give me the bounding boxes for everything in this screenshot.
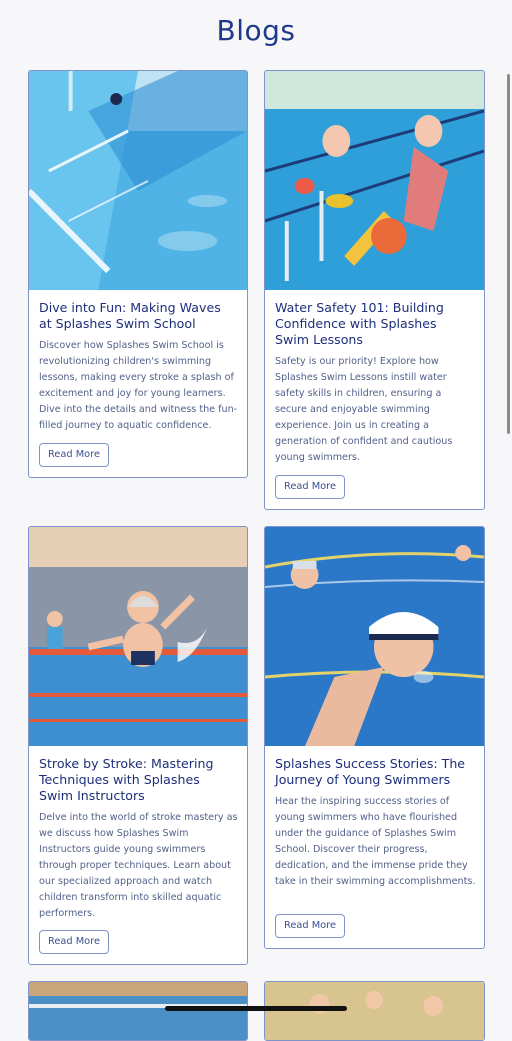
read-more-button[interactable]: Read More bbox=[275, 914, 345, 938]
blog-card-3[interactable]: Stroke by Stroke: Mastering Techniques w… bbox=[28, 526, 248, 965]
blog-card-1[interactable]: Dive into Fun: Making Waves at Splashes … bbox=[28, 70, 248, 478]
blog-title[interactable]: Stroke by Stroke: Mastering Techniques w… bbox=[39, 756, 237, 804]
blog-description: Discover how Splashes Swim School is rev… bbox=[39, 340, 238, 431]
blog-image-pool-lanes bbox=[29, 71, 247, 290]
blog-card-2[interactable]: Water Safety 101: Building Confidence wi… bbox=[264, 70, 485, 510]
home-indicator[interactable] bbox=[165, 1006, 347, 1011]
read-more-button[interactable]: Read More bbox=[39, 443, 109, 467]
blog-card-5[interactable] bbox=[28, 981, 248, 1041]
blog-card-6[interactable] bbox=[264, 981, 485, 1041]
blog-image-boy-diving bbox=[29, 527, 247, 746]
blog-image-peek-right bbox=[265, 982, 484, 1040]
blog-description: Safety is our priority! Explore how Spla… bbox=[275, 356, 453, 463]
blog-image-peek-left bbox=[29, 982, 247, 1040]
blog-title[interactable]: Water Safety 101: Building Confidence wi… bbox=[275, 300, 474, 348]
read-more-button[interactable]: Read More bbox=[275, 475, 345, 499]
blog-image-swimmer-cap bbox=[265, 527, 484, 746]
read-more-button[interactable]: Read More bbox=[39, 930, 109, 954]
page-title: Blogs bbox=[216, 14, 296, 47]
scrollbar[interactable] bbox=[507, 74, 510, 434]
blog-description: Delve into the world of stroke mastery a… bbox=[39, 812, 238, 919]
blog-image-kids-pool bbox=[265, 71, 484, 290]
blog-title[interactable]: Dive into Fun: Making Waves at Splashes … bbox=[39, 300, 237, 332]
blog-description: Hear the inspiring success stories of yo… bbox=[275, 796, 476, 887]
blog-card-4[interactable]: Splashes Success Stories: The Journey of… bbox=[264, 526, 485, 949]
blog-title[interactable]: Splashes Success Stories: The Journey of… bbox=[275, 756, 474, 788]
